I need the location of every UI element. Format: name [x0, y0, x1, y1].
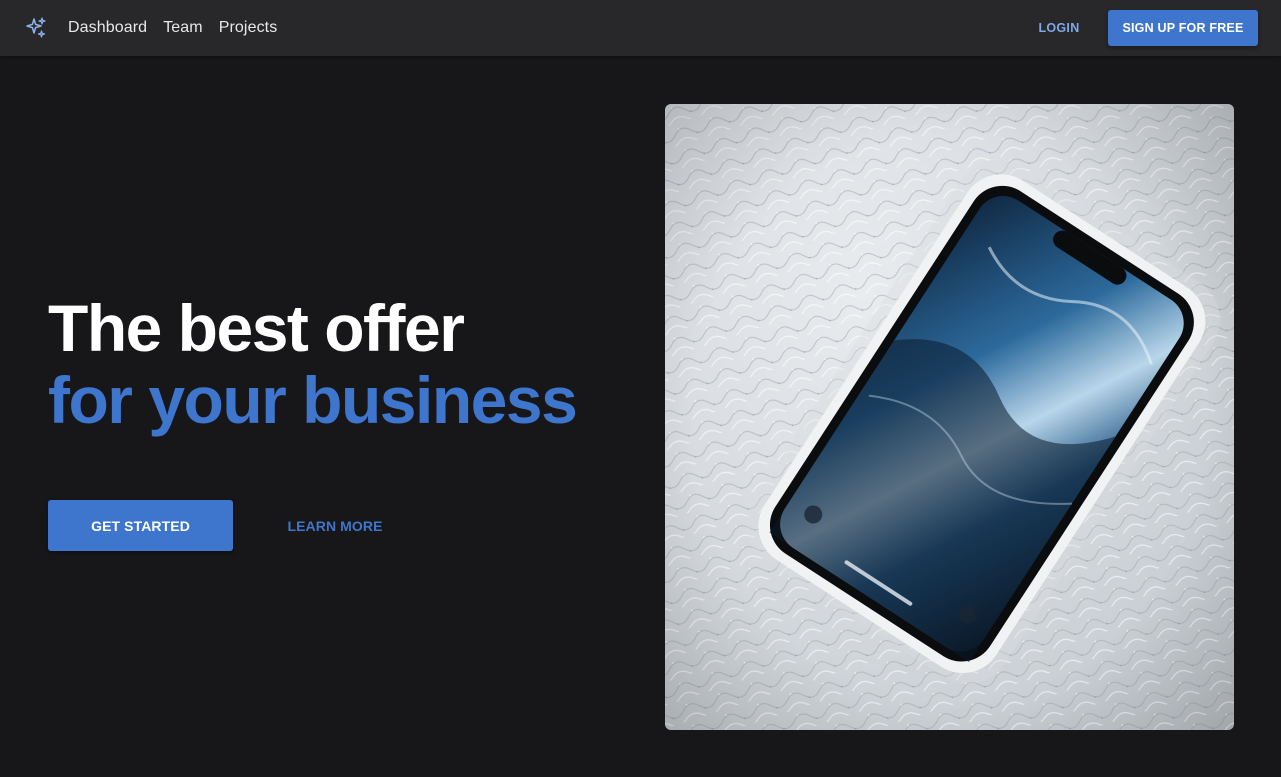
- sparkles-icon[interactable]: [24, 16, 48, 40]
- get-started-button[interactable]: GET STARTED: [48, 500, 233, 551]
- nav-link-projects[interactable]: Projects: [219, 19, 278, 37]
- hero-title-line2: for your business: [48, 363, 578, 437]
- login-button[interactable]: LOGIN: [1030, 10, 1088, 46]
- nav-links: Dashboard Team Projects: [68, 0, 277, 56]
- hero-title: The best offer for your business: [48, 292, 648, 436]
- signup-button[interactable]: SIGN UP FOR FREE: [1108, 10, 1258, 46]
- hero-image: [665, 104, 1234, 730]
- nav-link-team[interactable]: Team: [163, 19, 203, 37]
- nav-link-dashboard[interactable]: Dashboard: [68, 19, 147, 37]
- navbar: Dashboard Team Projects LOGIN SIGN UP FO…: [0, 0, 1281, 56]
- learn-more-button[interactable]: LEARN MORE: [276, 500, 394, 551]
- smartphone-photo: [665, 104, 1234, 730]
- hero-title-line1: The best offer: [48, 291, 465, 365]
